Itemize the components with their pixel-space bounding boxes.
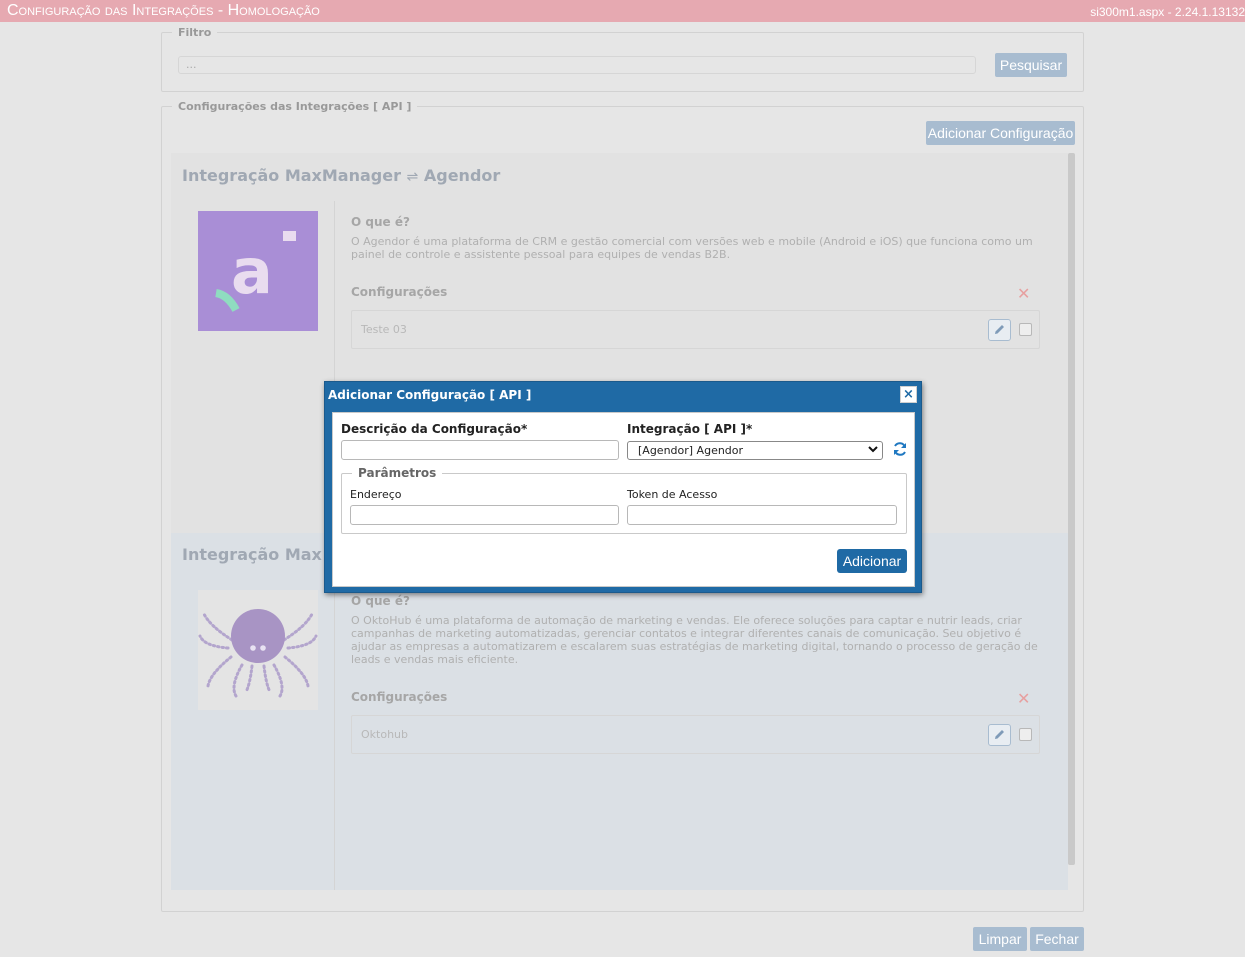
octopus-icon (198, 609, 318, 698)
add-configuration-dialog: Adicionar Configuração [ API ] × Descriç… (324, 381, 922, 593)
title-bar: Configuração das Integrações - Homologaç… (0, 0, 1245, 22)
pencil-icon (995, 325, 1004, 334)
integration-select[interactable]: [Agendor] Agendor (627, 441, 883, 460)
configurations-title-2: Configurações (351, 690, 448, 704)
configurations-title: Configurações (351, 285, 448, 299)
address-label: Endereço (350, 488, 402, 501)
edit-button-2[interactable] (988, 724, 1011, 746)
close-icon[interactable]: × (900, 386, 917, 403)
version-label: si300m1.aspx - 2.24.1.13132 (1090, 5, 1245, 19)
what-is-description-2: O OktoHub é uma plataforma de automação … (351, 614, 1038, 666)
dialog-title: Adicionar Configuração [ API ] (328, 388, 532, 402)
chevron-down-icon (868, 443, 878, 458)
filter-legend: Filtro (172, 26, 218, 39)
agendor-logo-mark: a (215, 231, 296, 312)
integration-selected-value: [Agendor] Agendor (638, 444, 744, 457)
delete-configurations-icon-2[interactable]: ✕ (1017, 691, 1030, 707)
integration-card-title-2: Integração Max (182, 545, 322, 564)
integration-card-title: Integração MaxManager ⇌ Agendor (182, 166, 501, 185)
token-input[interactable] (627, 505, 897, 525)
configuration-checkbox[interactable] (1019, 323, 1032, 336)
configuration-name-2: Oktohub (361, 728, 408, 741)
token-label: Token de Acesso (627, 488, 718, 501)
oktohub-logo (198, 590, 318, 710)
agendor-logo: a (198, 211, 318, 331)
integrations-legend: Configurações das Integrações [ API ] (172, 100, 418, 113)
integration-label: Integração [ API ]* (627, 422, 753, 436)
clear-button[interactable]: Limpar (973, 927, 1027, 951)
configuration-checkbox-2[interactable] (1019, 728, 1032, 741)
svg-text:a: a (231, 235, 273, 308)
exchange-arrows-icon: ⇌ (406, 169, 419, 185)
what-is-title: O que é? (351, 215, 410, 229)
pencil-icon (995, 730, 1004, 739)
what-is-description: O Agendor é uma plataforma de CRM e gest… (351, 235, 1033, 261)
description-input[interactable] (341, 440, 619, 460)
parameters-fieldset: Parâmetros Endereço Token de Acesso (341, 466, 907, 534)
dialog-body: Descrição da Configuração* Integração [ … (332, 412, 915, 587)
what-is-title-2: O que é? (351, 594, 410, 608)
page-title: Configuração das Integrações - Homologaç… (7, 2, 320, 19)
add-button[interactable]: Adicionar (837, 549, 907, 573)
search-button[interactable]: Pesquisar (995, 53, 1067, 77)
configuration-row: Teste 03 (351, 310, 1040, 349)
refresh-icon[interactable] (892, 441, 908, 457)
close-page-button[interactable]: Fechar (1030, 927, 1084, 951)
configuration-row-2: Oktohub (351, 715, 1040, 754)
filter-input[interactable]: ... (178, 56, 976, 74)
configuration-name: Teste 03 (361, 323, 407, 336)
description-label: Descrição da Configuração* (341, 422, 528, 436)
add-configuration-button[interactable]: Adicionar Configuração (926, 121, 1075, 145)
edit-button[interactable] (988, 319, 1011, 341)
parameters-legend: Parâmetros (352, 466, 443, 480)
address-input[interactable] (350, 505, 619, 525)
delete-configurations-icon[interactable]: ✕ (1017, 286, 1030, 302)
scrollbar[interactable] (1068, 153, 1075, 865)
